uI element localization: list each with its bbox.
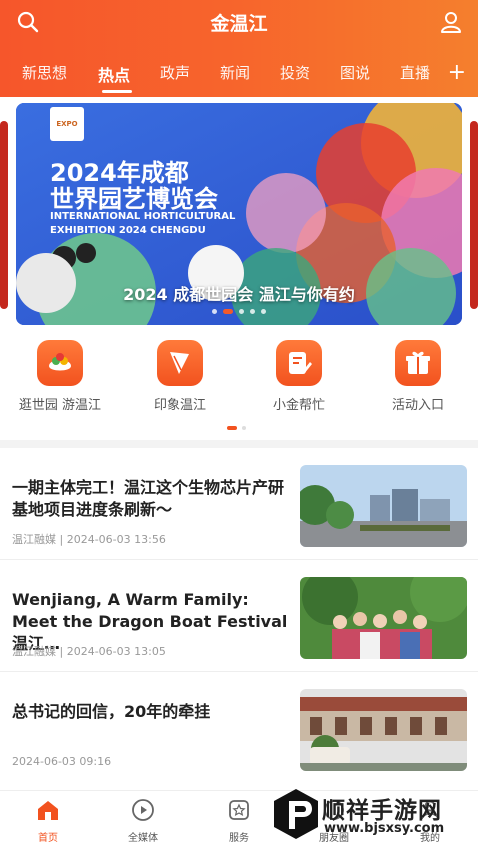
news-meta: 温江融媒 | 2024-06-03 13:56 [12,533,166,546]
quick-link-expo[interactable]: 逛世园 游温江 [0,337,120,413]
banner-carousel[interactable]: EXPO 2024年成都 世界园艺博览会 INTERNATIONAL HORTI… [0,103,478,325]
tab-zhengsheng[interactable]: 政声 [160,62,190,83]
star-icon [229,800,249,820]
home-icon [38,801,58,820]
watermark-title: 顺祥手游网 [322,798,442,824]
row-divider [0,559,478,560]
tab-tushuo[interactable]: 图说 [340,62,370,83]
news-meta: 2024-06-03 09:16 [12,755,112,768]
banner-pagination [16,309,462,314]
pagination-dot[interactable] [250,309,255,314]
news-item[interactable]: Wenjiang, A Warm Family: Meet the Dragon… [0,577,478,677]
quick-links: 逛世园 游温江 印象温江 小金帮忙 活动入口 [0,337,478,437]
tab-touzi[interactable]: 投资 [280,62,310,83]
banner-caption: 2024 成都世园会 温江与你有约 [123,285,355,304]
quick-link-label: 小金帮忙 [272,398,325,413]
page-dot-active[interactable] [227,426,237,430]
quick-links-pagination [227,426,246,430]
tab-xinwen[interactable]: 新闻 [220,62,250,83]
nav-home[interactable]: 首页 [18,797,78,844]
play-icon [132,799,154,821]
quick-link-label: 印象温江 [153,398,206,413]
quick-link-help[interactable]: 小金帮忙 [239,337,359,413]
pagination-dot[interactable] [239,309,244,314]
quick-link-label: 活动入口 [391,398,444,413]
quick-link-activity[interactable]: 活动入口 [358,337,478,413]
channel-tabs: 新思想 热点 政声 新闻 投资 图说 直播 [0,62,478,94]
add-tab-icon[interactable]: + [448,62,466,84]
app-header: 金温江 新思想 热点 政声 新闻 投资 图说 直播 + [0,0,478,97]
section-divider [0,440,478,448]
row-divider [0,671,478,672]
news-thumbnail[interactable] [300,577,467,659]
quick-link-impression[interactable]: 印象温江 [120,337,240,413]
news-item[interactable]: 一期主体完工！温江这个生物芯片产研基地项目进度条刷新～ 温江融媒 | 2024-… [0,465,478,565]
next-slide-peek[interactable] [470,121,478,309]
pagination-dot-active[interactable] [223,309,233,314]
watermark-url: www.bjsxsy.com [324,821,445,836]
nav-label: 首页 [38,833,58,844]
prev-slide-peek[interactable] [0,121,8,309]
edit-icon [276,340,322,386]
news-title[interactable]: 一期主体完工！温江这个生物芯片产研基地项目进度条刷新～ [12,477,290,521]
banner-title-line2: 世界园艺博览会 [50,185,218,213]
nav-label: 服务 [229,833,249,844]
news-meta: 温江融媒 | 2024-06-03 13:05 [12,645,166,658]
active-tab-indicator [102,90,132,93]
watermark-logo [274,789,318,839]
news-title[interactable]: 总书记的回信，20年的牵挂 [12,701,290,723]
nav-label: 全媒体 [128,833,158,844]
page-dot[interactable] [242,426,246,430]
news-item[interactable]: 总书记的回信，20年的牵挂 2024-06-03 09:16 [0,689,478,789]
nav-allmedia[interactable]: 全媒体 [113,797,173,844]
main-content: EXPO 2024年成都 世界园艺博览会 INTERNATIONAL HORTI… [0,97,478,850]
pagination-dot[interactable] [212,309,217,314]
news-thumbnail[interactable] [300,465,467,547]
banner-english-line1: INTERNATIONAL HORTICULTURAL [50,211,236,222]
tab-xinsixiang[interactable]: 新思想 [22,62,67,83]
nav-service[interactable]: 服务 [209,797,269,844]
expo-logo: EXPO [50,107,84,141]
pagination-dot[interactable] [261,309,266,314]
news-thumbnail[interactable] [300,689,467,771]
banner-english-line2: EXHIBITION 2024 CHENGDU [50,225,206,236]
banner-slide[interactable]: EXPO 2024年成都 世界园艺博览会 INTERNATIONAL HORTI… [16,103,462,325]
quick-link-label: 逛世园 游温江 [18,398,102,413]
gift-icon [395,340,441,386]
site-watermark: 顺祥手游网 www.bjsxsy.com [270,783,478,845]
expo-icon [37,340,83,386]
landmark-icon [157,340,203,386]
app-title: 金温江 [210,13,268,35]
top-bar: 金温江 [0,0,478,44]
tab-zhibo[interactable]: 直播 [400,62,430,83]
tab-redian[interactable]: 热点 [98,62,130,86]
user-icon[interactable] [437,8,465,36]
